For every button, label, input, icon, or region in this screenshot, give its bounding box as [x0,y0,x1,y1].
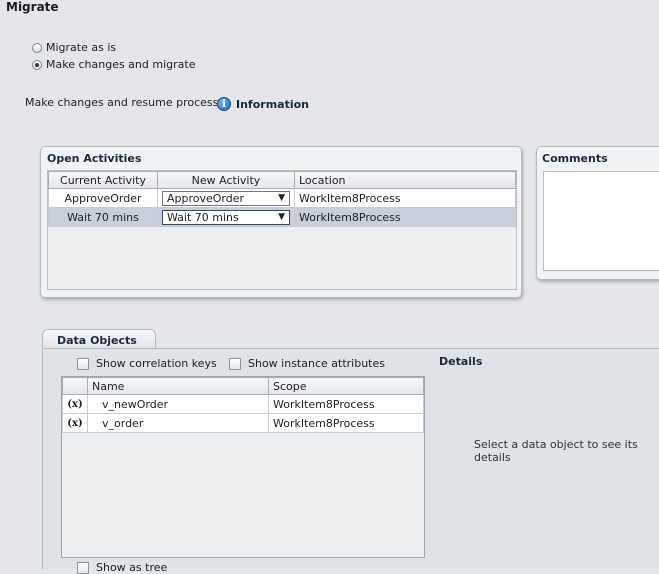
correlation-keys-checkbox[interactable]: Show correlation keys [77,357,217,370]
activities-table: Current Activity New Activity Location A… [48,171,516,227]
checkbox[interactable] [229,357,241,370]
icon-column-header [62,377,88,395]
dropdown-arrow-icon[interactable]: ▼ [278,193,285,203]
details-title: Details [439,355,483,368]
comments-textarea[interactable] [543,171,659,271]
select-value: Wait 70 mins [167,210,239,224]
comments-panel: Comments [536,146,659,280]
radio-button[interactable] [32,42,42,53]
show-as-tree-checkbox[interactable]: Show as tree [77,561,167,574]
variable-icon: (x) [62,413,88,433]
table-row-selected[interactable]: Wait 70 mins Wait 70 mins ▼ WorkItem8Pro… [48,207,516,227]
resume-label: Make changes and resume process [25,96,219,109]
radio-label: Migrate as is [46,41,117,54]
instance-attributes-checkbox[interactable]: Show instance attributes [229,357,385,370]
dropdown-arrow-icon[interactable]: ▼ [278,212,285,222]
open-activities-panel: Open Activities Current Activity New Act… [40,146,522,298]
new-activity-select[interactable]: Wait 70 mins ▼ [162,209,290,225]
information-label: Information [236,97,309,111]
data-object-name: v_newOrder [87,394,269,414]
table-row[interactable]: (x) v_order WorkItem8Process [62,413,424,433]
checkbox-label: Show as tree [96,561,168,574]
table-header-row: Current Activity New Activity Location [48,171,516,189]
checkbox-label: Show instance attributes [248,357,385,370]
tab-data-objects[interactable]: Data Objects [42,329,156,349]
radio-migrate-as-is[interactable]: Migrate as is [32,41,116,54]
new-activity-select[interactable]: ApproveOrder ▼ [162,190,290,206]
current-activity-cell: ApproveOrder [48,188,158,208]
details-placeholder: Select a data object to see its details [474,438,638,464]
table-header-row: Name Scope [62,377,424,395]
select-value: ApproveOrder [167,191,245,205]
radio-label: Make changes and migrate [46,58,196,71]
info-icon: i [217,97,231,111]
table-row[interactable]: (x) v_newOrder WorkItem8Process [62,394,424,414]
new-activity-cell: Wait 70 mins ▼ [157,207,295,227]
radio-make-changes[interactable]: Make changes and migrate [32,58,195,71]
column-header-current[interactable]: Current Activity [48,171,158,189]
data-objects-panel: Show correlation keys Show instance attr… [42,348,659,574]
column-header-new[interactable]: New Activity [157,171,295,189]
new-activity-cell: ApproveOrder ▼ [157,188,295,208]
activities-table-area: Current Activity New Activity Location A… [47,170,517,290]
data-object-scope: WorkItem8Process [268,394,424,414]
data-objects-table-area: Name Scope (x) v_newOrder WorkItem8Proce… [61,376,425,558]
column-header-scope[interactable]: Scope [268,377,424,395]
column-header-name[interactable]: Name [87,377,269,395]
information-link[interactable]: i Information [217,97,309,111]
data-object-name: v_order [87,413,269,433]
page-title: Migrate [6,0,59,14]
checkbox[interactable] [77,561,89,574]
comments-title: Comments [542,152,608,165]
column-header-location[interactable]: Location [294,171,516,189]
location-cell: WorkItem8Process [294,207,516,227]
variable-icon: (x) [62,394,88,414]
checkbox[interactable] [77,357,89,370]
data-object-scope: WorkItem8Process [268,413,424,433]
location-cell: WorkItem8Process [294,188,516,208]
table-row[interactable]: ApproveOrder ApproveOrder ▼ WorkItem8Pro… [48,188,516,208]
checkbox-label: Show correlation keys [96,357,217,370]
current-activity-cell: Wait 70 mins [48,207,158,227]
data-objects-table: Name Scope (x) v_newOrder WorkItem8Proce… [62,377,424,433]
open-activities-title: Open Activities [47,152,142,165]
radio-button-selected[interactable] [32,59,42,70]
